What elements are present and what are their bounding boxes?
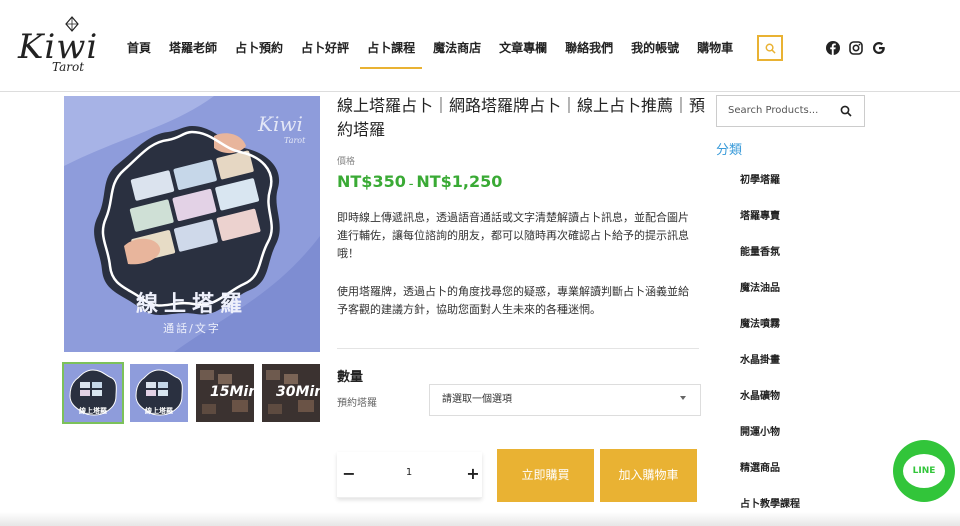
category-item[interactable]: 魔法油品 [740,280,800,316]
buy-now-button[interactable]: 立即購買 [497,449,594,502]
header-search-button[interactable] [757,35,783,61]
logo-text: Kiwi [18,27,99,67]
quantity-input[interactable]: 1 [399,467,419,478]
quantity-decrease-button[interactable]: − [341,464,357,484]
instagram-icon [849,41,863,55]
thumb-4-label: 30Min [276,384,320,400]
nav-item-booking[interactable]: 占卜預約 [226,38,292,58]
option-select-value: 請選取一個選項 [442,394,512,405]
product-thumb-4[interactable]: 30Min [262,364,320,422]
product-image-subtitle: 通話/文字 [163,322,221,335]
search-icon[interactable] [840,105,852,117]
thumb-3-label: 15Min [210,384,254,400]
add-to-cart-button[interactable]: 加入購物車 [600,449,697,502]
product-main-image[interactable]: Kiwi Tarot 線上塔羅 通話/文字 [64,96,320,352]
product-title: 線上塔羅占卜｜網路塔羅牌占卜｜線上占卜推薦｜預約塔羅 [337,96,706,139]
price-separator: – [408,180,414,190]
product-search-input[interactable]: Search Products... [716,95,865,127]
product-thumbnails: 線上塔羅 線上塔羅 15Min 30Min [62,362,320,424]
product-thumb-2[interactable]: 線上塔羅 [130,364,188,422]
price-high: NT$1,250 [416,172,503,191]
line-label: LINE [912,466,936,476]
nav-item-contact[interactable]: 聯絡我們 [556,38,622,58]
chevron-down-icon [680,396,686,400]
nav-item-articles[interactable]: 文章專欄 [490,38,556,58]
product-description-1: 即時線上傳遞訊息，透過語音通話或文字清楚解讀占卜訊息，並配合圖片進行輔佐，讓每位… [337,211,689,260]
thumb-1-label: 線上塔羅 [79,407,107,415]
product-thumb-3[interactable]: 15Min [196,364,254,422]
thumb-2-label: 線上塔羅 [145,407,173,415]
logo-subtext: Tarot [52,60,85,74]
quantity-increase-button[interactable]: + [465,464,481,484]
category-item[interactable]: 塔羅專賣 [740,208,800,244]
section-divider [337,348,699,349]
facebook-link[interactable] [825,40,841,56]
product-image-brand-sub: Tarot [284,136,306,145]
price-label: 價格 [337,157,356,167]
category-list: 初學塔羅 塔羅專賣 能量香氛 魔法油品 魔法噴霧 水晶掛畫 水晶礦物 開運小物 … [740,172,800,526]
nav-item-courses[interactable]: 占卜課程 [358,38,424,69]
category-item[interactable]: 水晶礦物 [740,388,800,424]
product-description-2: 使用塔羅牌，透過占卜的角度找尋您的疑惑，專業解讀判斷占卜涵義並給予客觀的建議方針… [337,285,689,316]
quantity-heading: 數量 [337,370,364,385]
product-search-placeholder: Search Products... [728,105,819,116]
facebook-icon [826,41,840,55]
line-chat-button[interactable]: LINE [893,440,955,502]
page-bottom-fade [0,512,960,526]
category-item[interactable]: 開運小物 [740,424,800,460]
product-thumb-1[interactable]: 線上塔羅 [62,362,124,424]
category-item[interactable]: 能量香氛 [740,244,800,280]
option-select[interactable]: 請選取一個選項 [429,384,701,416]
nav-item-cart[interactable]: 購物車 [688,38,742,58]
product-image-title: 線上塔羅 [135,292,248,317]
category-item[interactable]: 魔法噴霧 [740,316,800,352]
line-icon: LINE [903,454,945,488]
category-item[interactable]: 初學塔羅 [740,172,800,208]
nav-item-teachers[interactable]: 塔羅老師 [160,38,226,58]
quantity-stepper: − 1 + [337,452,482,498]
category-item[interactable]: 水晶掛畫 [740,352,800,388]
product-price: NT$350– NT$1,250 [337,172,502,191]
site-header: Kiwi Tarot 首頁 塔羅老師 占卜預約 占卜好評 占卜課程 魔法商店 文… [0,0,960,92]
nav-item-home[interactable]: 首頁 [118,38,160,58]
categories-heading: 分類 [716,143,743,158]
google-icon [873,42,885,54]
option-label: 預約塔羅 [337,398,377,409]
instagram-link[interactable] [848,40,864,56]
google-link[interactable] [871,40,887,56]
nav-item-reviews[interactable]: 占卜好評 [292,38,358,58]
price-low: NT$350 [337,172,406,191]
product-image-brand: Kiwi [258,112,303,136]
main-nav: 首頁 塔羅老師 占卜預約 占卜好評 占卜課程 魔法商店 文章專欄 聯絡我們 我的… [118,38,742,69]
search-icon [765,43,776,54]
site-logo[interactable]: Kiwi Tarot [18,14,98,76]
nav-item-account[interactable]: 我的帳號 [622,38,688,58]
nav-item-shop[interactable]: 魔法商店 [424,38,490,58]
category-item[interactable]: 精選商品 [740,460,800,496]
